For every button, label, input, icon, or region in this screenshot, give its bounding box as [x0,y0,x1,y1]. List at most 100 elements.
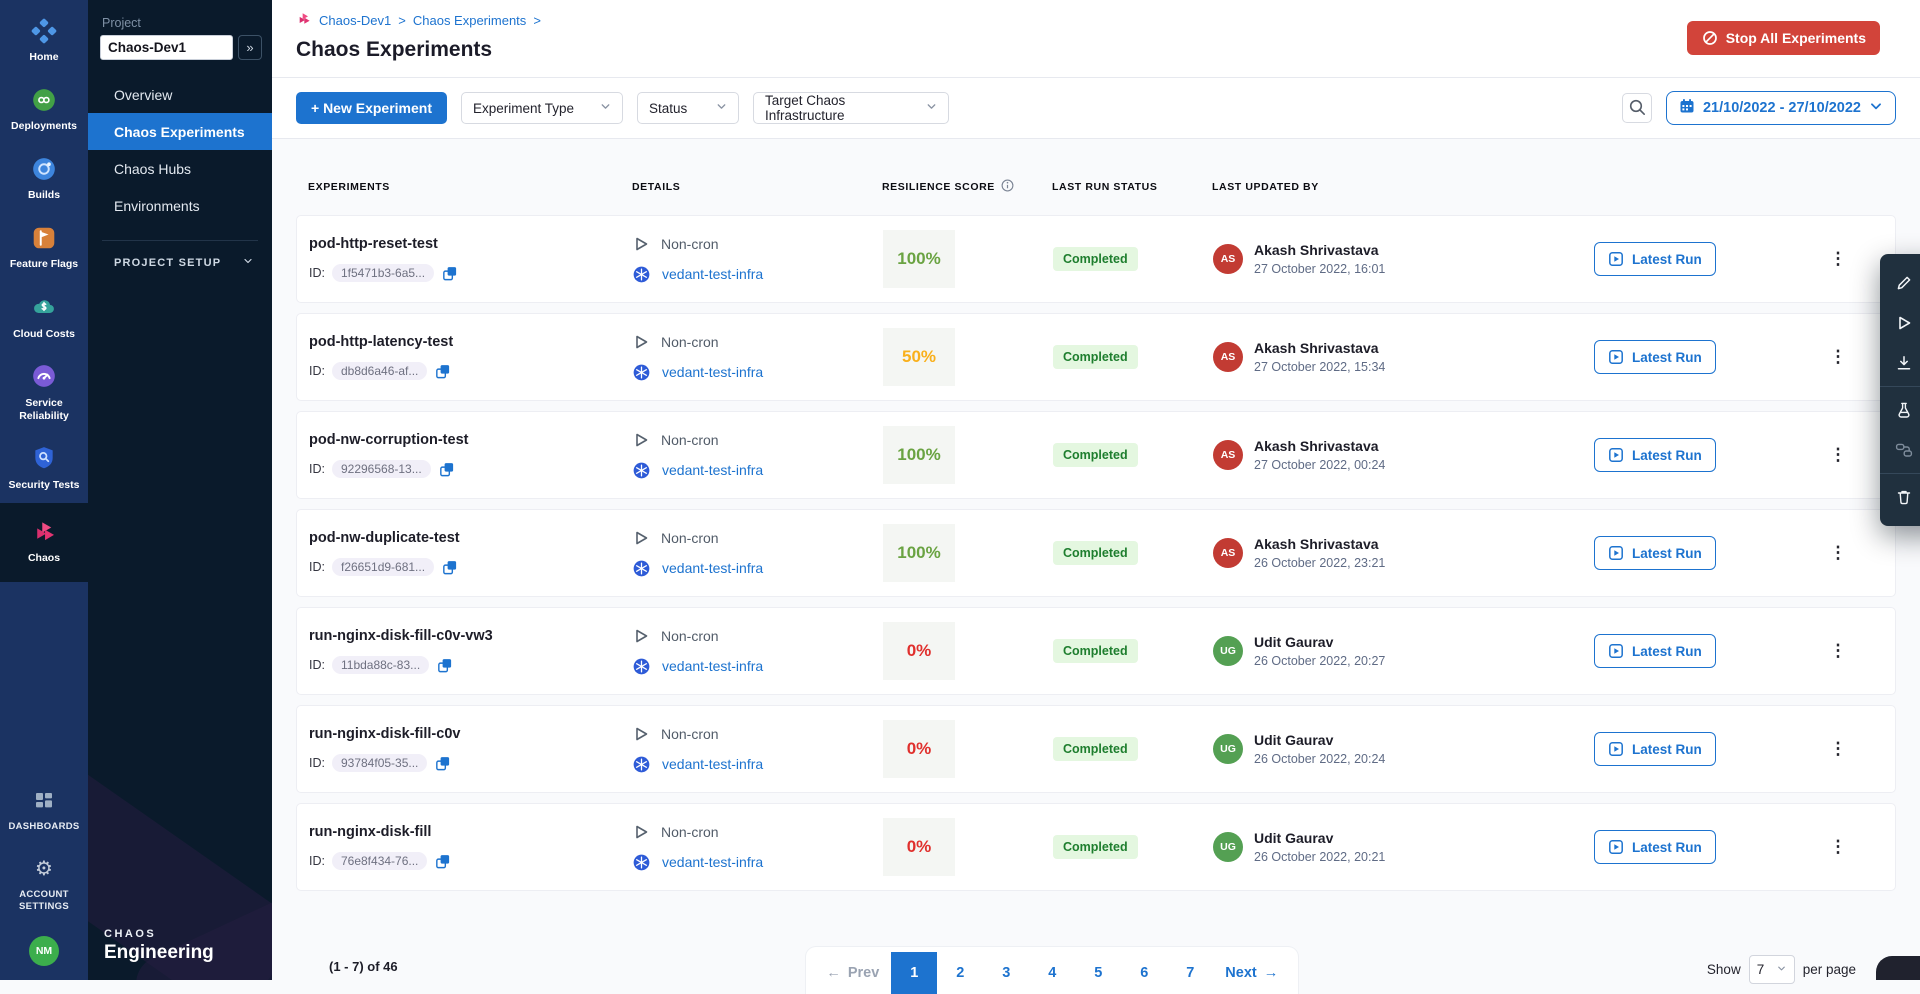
logo-text-bottom: Engineering [104,942,214,964]
latest-run-button[interactable]: Latest Run [1594,242,1716,276]
copy-icon[interactable] [434,853,451,870]
id-label: ID: [309,266,325,280]
table-row[interactable]: run-nginx-disk-fill ID: 76e8f434-76... N… [296,803,1896,891]
user-avatar[interactable]: NM [29,936,59,966]
module-nav-home[interactable]: Home [0,6,88,75]
stop-all-experiments-button[interactable]: Stop All Experiments [1687,21,1880,55]
updated-at: 26 October 2022, 23:21 [1254,556,1385,570]
menu-item-edit-experiment[interactable]: Edit Experiment [1880,263,1920,303]
module-nav-label: Cloud Costs [13,328,75,341]
latest-run-button[interactable]: Latest Run [1594,830,1716,864]
module-nav-security-tests[interactable]: Security Tests [0,434,88,503]
page-button-6[interactable]: 6 [1121,952,1167,994]
page-button-7[interactable]: 7 [1167,952,1213,994]
row-menu-button[interactable]: ⋮ [1825,440,1851,470]
copy-icon[interactable] [441,559,458,576]
id-label: ID: [309,854,325,868]
page-button-1[interactable]: 1 [891,952,937,994]
table-row[interactable]: pod-nw-corruption-test ID: 92296568-13..… [296,411,1896,499]
row-menu-button[interactable]: ⋮ [1825,636,1851,666]
row-menu-button[interactable]: ⋮ [1825,832,1851,862]
experiment-list: pod-http-reset-test ID: 1f5471b3-6a5... … [296,215,1896,891]
copy-icon[interactable] [434,755,451,772]
row-menu-button[interactable]: ⋮ [1825,538,1851,568]
app-root: Home Deployments Builds Feature Flags Cl… [0,0,1920,980]
page-button-3[interactable]: 3 [983,952,1029,994]
infrastructure-link[interactable]: vedant-test-infra [662,560,763,576]
module-nav-deployments[interactable]: Deployments [0,75,88,144]
play-icon [633,628,649,644]
table-row[interactable]: run-nginx-disk-fill-c0v ID: 93784f05-35.… [296,705,1896,793]
filter-select-label: Status [649,101,687,116]
search-button[interactable] [1622,93,1652,123]
copy-icon[interactable] [434,363,451,380]
copy-icon[interactable] [441,265,458,282]
breadcrumb-link[interactable]: Chaos-Dev1 [319,13,391,28]
info-icon[interactable] [1001,179,1014,195]
module-nav-service-reliability[interactable]: Service Reliability [0,352,88,434]
filter-select-experiment-type[interactable]: Experiment Type [461,92,623,124]
row-menu-button[interactable]: ⋮ [1825,342,1851,372]
module-nav-cloud-costs[interactable]: Cloud Costs [0,283,88,352]
module-nav-chaos[interactable]: Chaos [0,503,88,582]
menu-item-add-to-chaos-hub[interactable]: Add to Chaos Hub [1880,390,1920,430]
experiment-id: f26651d9-681... [332,558,434,576]
row-menu-button[interactable]: ⋮ [1825,734,1851,764]
infrastructure-link[interactable]: vedant-test-infra [662,756,763,772]
copy-icon[interactable] [436,657,453,674]
module-nav-account-settings[interactable]: ⚙ ACCOUNT SETTINGS [0,844,88,924]
sidebar-collapse-button[interactable]: » [238,35,262,60]
status-badge: Completed [1053,247,1138,271]
menu-item-run-experiment[interactable]: Run Experiment [1880,303,1920,343]
infrastructure-link[interactable]: vedant-test-infra [662,364,763,380]
project-selector[interactable]: Chaos-Dev1 [100,35,233,60]
id-label: ID: [309,658,325,672]
latest-run-button[interactable]: Latest Run [1594,634,1716,668]
filter-select-label: Experiment Type [473,101,574,116]
page-button-2[interactable]: 2 [937,952,983,994]
row-menu-button[interactable]: ⋮ [1825,244,1851,274]
sidebar-item-chaos-hubs[interactable]: Chaos Hubs [88,150,272,187]
filter-select-status[interactable]: Status [637,92,739,124]
status-badge: Completed [1053,541,1138,565]
latest-run-button[interactable]: Latest Run [1594,438,1716,472]
experiment-id: 11bda88c-83... [332,656,429,674]
sidebar-item-chaos-experiments[interactable]: Chaos Experiments [88,113,272,150]
latest-run-button[interactable]: Latest Run [1594,732,1716,766]
prev-page-button[interactable]: ←Prev [814,952,891,994]
chevron-down-icon [1776,962,1787,977]
latest-run-label: Latest Run [1632,742,1702,757]
filter-select-target-chaos-infrastructure[interactable]: Target Chaos Infrastructure [753,92,949,124]
play-icon [1895,315,1913,331]
latest-run-button[interactable]: Latest Run [1594,340,1716,374]
menu-item-delete-experiment[interactable]: Delete Experiment [1880,477,1920,517]
project-setup-section[interactable]: PROJECT SETUP [88,255,272,270]
infrastructure-link[interactable]: vedant-test-infra [662,854,763,870]
latest-run-icon [1608,349,1624,365]
table-row[interactable]: pod-nw-duplicate-test ID: f26651d9-681..… [296,509,1896,597]
menu-item-download-experiment[interactable]: Download Experiment [1880,343,1920,383]
module-nav-label: DASHBOARDS [8,821,79,833]
sidebar-item-environments[interactable]: Environments [88,187,272,224]
date-range-picker[interactable]: 21/10/2022 - 27/10/2022 [1666,91,1896,125]
table-row[interactable]: pod-http-latency-test ID: db8d6a46-af...… [296,313,1896,401]
breadcrumb-link[interactable]: Chaos Experiments [413,13,526,28]
table-row[interactable]: pod-http-reset-test ID: 1f5471b3-6a5... … [296,215,1896,303]
module-nav-dashboards[interactable]: DASHBOARDS [0,776,88,844]
infrastructure-link[interactable]: vedant-test-infra [662,462,763,478]
infrastructure-link[interactable]: vedant-test-infra [662,266,763,282]
menu-item-add-to-pipeline[interactable]: Add to Pipeline [1880,430,1920,470]
page-button-4[interactable]: 4 [1029,952,1075,994]
infrastructure-link[interactable]: vedant-test-infra [662,658,763,674]
next-page-button[interactable]: Next→ [1213,952,1290,994]
module-nav-builds[interactable]: Builds [0,144,88,213]
id-label: ID: [309,756,325,770]
per-page-label: per page [1803,962,1856,977]
latest-run-button[interactable]: Latest Run [1594,536,1716,570]
module-nav-feature-flags[interactable]: Feature Flags [0,213,88,282]
page-button-5[interactable]: 5 [1075,952,1121,994]
copy-icon[interactable] [438,461,455,478]
table-row[interactable]: run-nginx-disk-fill-c0v-vw3 ID: 11bda88c… [296,607,1896,695]
new-experiment-button[interactable]: + New Experiment [296,92,447,124]
sidebar-item-overview[interactable]: Overview [88,76,272,113]
